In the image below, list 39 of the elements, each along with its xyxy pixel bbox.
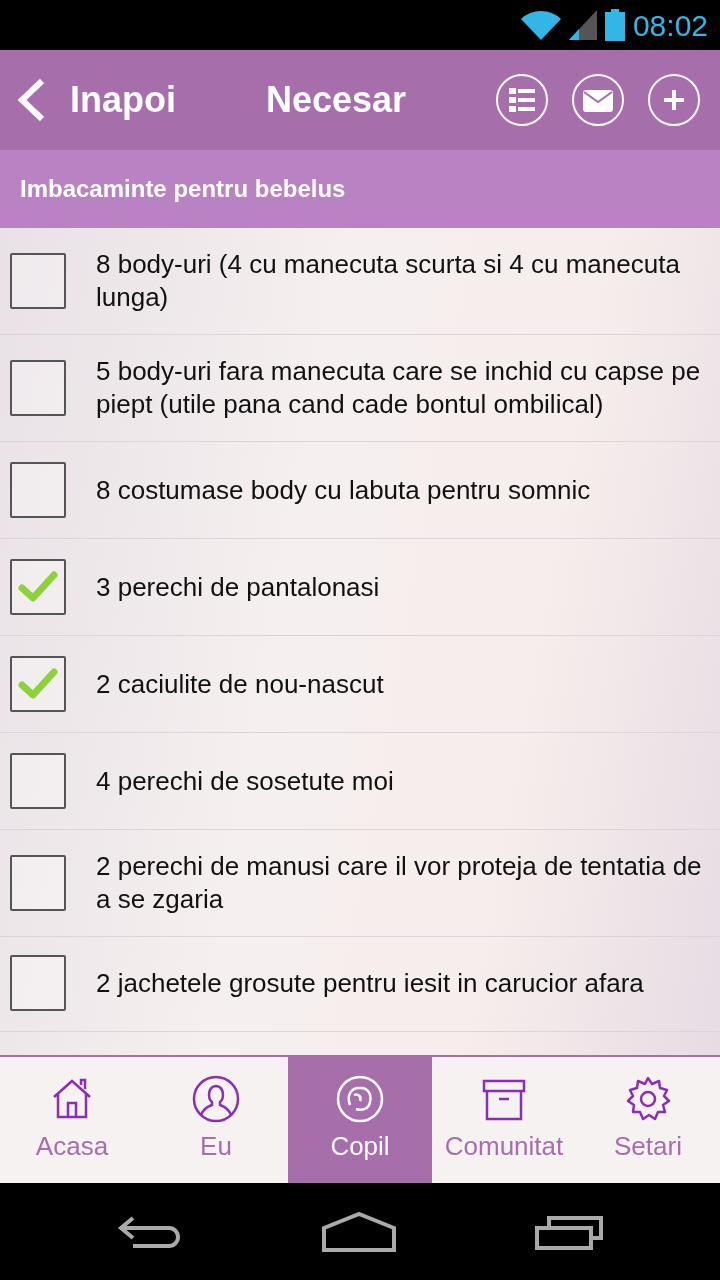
nav-tab[interactable]: Eu — [144, 1057, 288, 1183]
checklist-button[interactable] — [496, 74, 548, 126]
signal-icon — [568, 10, 597, 40]
back-button[interactable]: Inapoi — [16, 73, 176, 127]
item-label: 3 perechi de pantalonasi — [96, 570, 380, 604]
mail-button[interactable] — [572, 74, 624, 126]
item-label: 5 body-uri fara manecuta care se inchid cu capse pe piept (utile pana cand cade bontul ombilical) — [96, 355, 702, 421]
checklist-icon — [507, 85, 537, 115]
wifi-icon — [520, 10, 561, 40]
item-label: 4 perechi de sosetute moi — [96, 764, 394, 798]
mail-icon — [583, 89, 613, 112]
checkbox[interactable] — [10, 656, 66, 712]
nav-tab[interactable]: Acasa — [0, 1057, 144, 1183]
person-icon — [192, 1074, 240, 1123]
settings-icon — [624, 1074, 672, 1123]
nav-tab[interactable]: Setari — [576, 1057, 720, 1183]
home-icon[interactable] — [322, 1211, 396, 1252]
section-title: Imbacaminte pentru bebelus — [20, 174, 346, 204]
page-title: Necesar — [265, 79, 407, 120]
item-label: 2 perechi de manusi care il vor proteja de tentatia de a se zgaria — [96, 850, 703, 916]
battery-icon — [604, 9, 625, 41]
checkbox[interactable] — [10, 360, 66, 416]
item-label: 2 jachetele grosute pentru iesit in carucior afara — [96, 966, 644, 1000]
add-button[interactable] — [648, 74, 700, 126]
clock: 08:02 — [632, 7, 708, 44]
checkbox[interactable] — [10, 253, 66, 309]
item-label: 8 body-uri (4 cu manecuta scurta si 4 cu manecuta lunga) — [96, 248, 681, 314]
checkbox[interactable] — [10, 955, 66, 1011]
recent-apps-icon[interactable] — [534, 1213, 603, 1250]
plus-icon — [662, 88, 686, 113]
checkbox[interactable] — [10, 855, 66, 911]
back-icon — [16, 78, 46, 122]
checkbox[interactable] — [10, 462, 66, 518]
checkbox[interactable] — [10, 753, 66, 809]
item-label: 2 caciulite de nou-nascut — [96, 667, 384, 701]
nav-tab[interactable]: Comunitat — [432, 1057, 576, 1183]
checkbox[interactable] — [10, 559, 66, 615]
item-label: 8 costumase body cu labuta pentru somnic — [96, 473, 591, 507]
nav-tab[interactable]: Copil — [288, 1057, 432, 1183]
